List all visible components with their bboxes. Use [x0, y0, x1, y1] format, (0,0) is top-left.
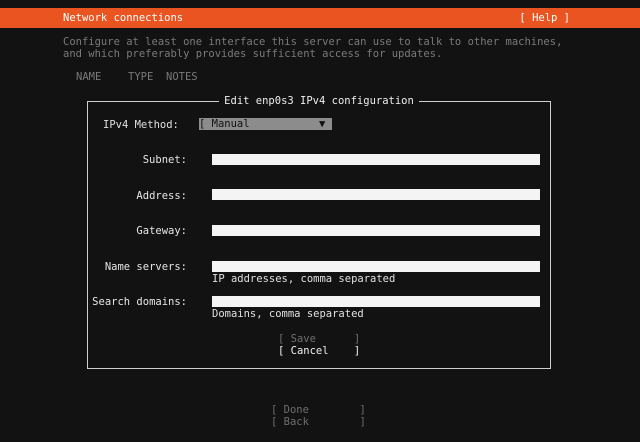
subnet-input[interactable] [212, 154, 540, 165]
search-domains-hint: Domains, comma separated [212, 308, 364, 320]
address-input[interactable] [212, 189, 540, 200]
screen-title: Network connections [63, 12, 184, 24]
address-label: Address: [136, 190, 187, 202]
subnet-label: Subnet: [142, 154, 187, 166]
cancel-button[interactable]: [ Cancel ] [278, 345, 360, 357]
search-domains-input[interactable] [212, 296, 540, 307]
ipv4-method-select[interactable]: [ Manual ▼ ] [199, 118, 340, 130]
ipv4-method-value[interactable]: [ Manual ▼ ] [199, 118, 338, 130]
ipv4-method-text: [ Manual [199, 118, 250, 130]
name-servers-label: Name servers: [104, 261, 187, 273]
gateway-label: Gateway: [136, 225, 187, 237]
save-button[interactable]: [ Save ] [278, 333, 360, 345]
column-header-type: TYPE [128, 71, 154, 83]
column-header-name: NAME [76, 71, 102, 83]
column-header-notes: NOTES [166, 71, 198, 83]
dialog-title: Edit enp0s3 IPv4 configuration [219, 95, 419, 107]
description-line-2: and which preferably provides sufficient… [63, 48, 443, 60]
ipv4-method-label: IPv4 Method: [103, 119, 179, 131]
description-line-1: Configure at least one interface this se… [63, 36, 563, 48]
gateway-input[interactable] [212, 225, 540, 236]
name-servers-hint: IP addresses, comma separated [212, 273, 396, 285]
help-button[interactable]: [ Help ] [519, 12, 570, 24]
search-domains-label: Search domains: [92, 296, 187, 308]
chevron-down-icon: ▼ ] [319, 118, 338, 130]
header-bar: Network connections [ Help ] [0, 8, 640, 28]
done-button[interactable]: [ Done ] [271, 404, 366, 416]
back-button[interactable]: [ Back ] [271, 416, 366, 428]
name-servers-input[interactable] [212, 261, 540, 272]
